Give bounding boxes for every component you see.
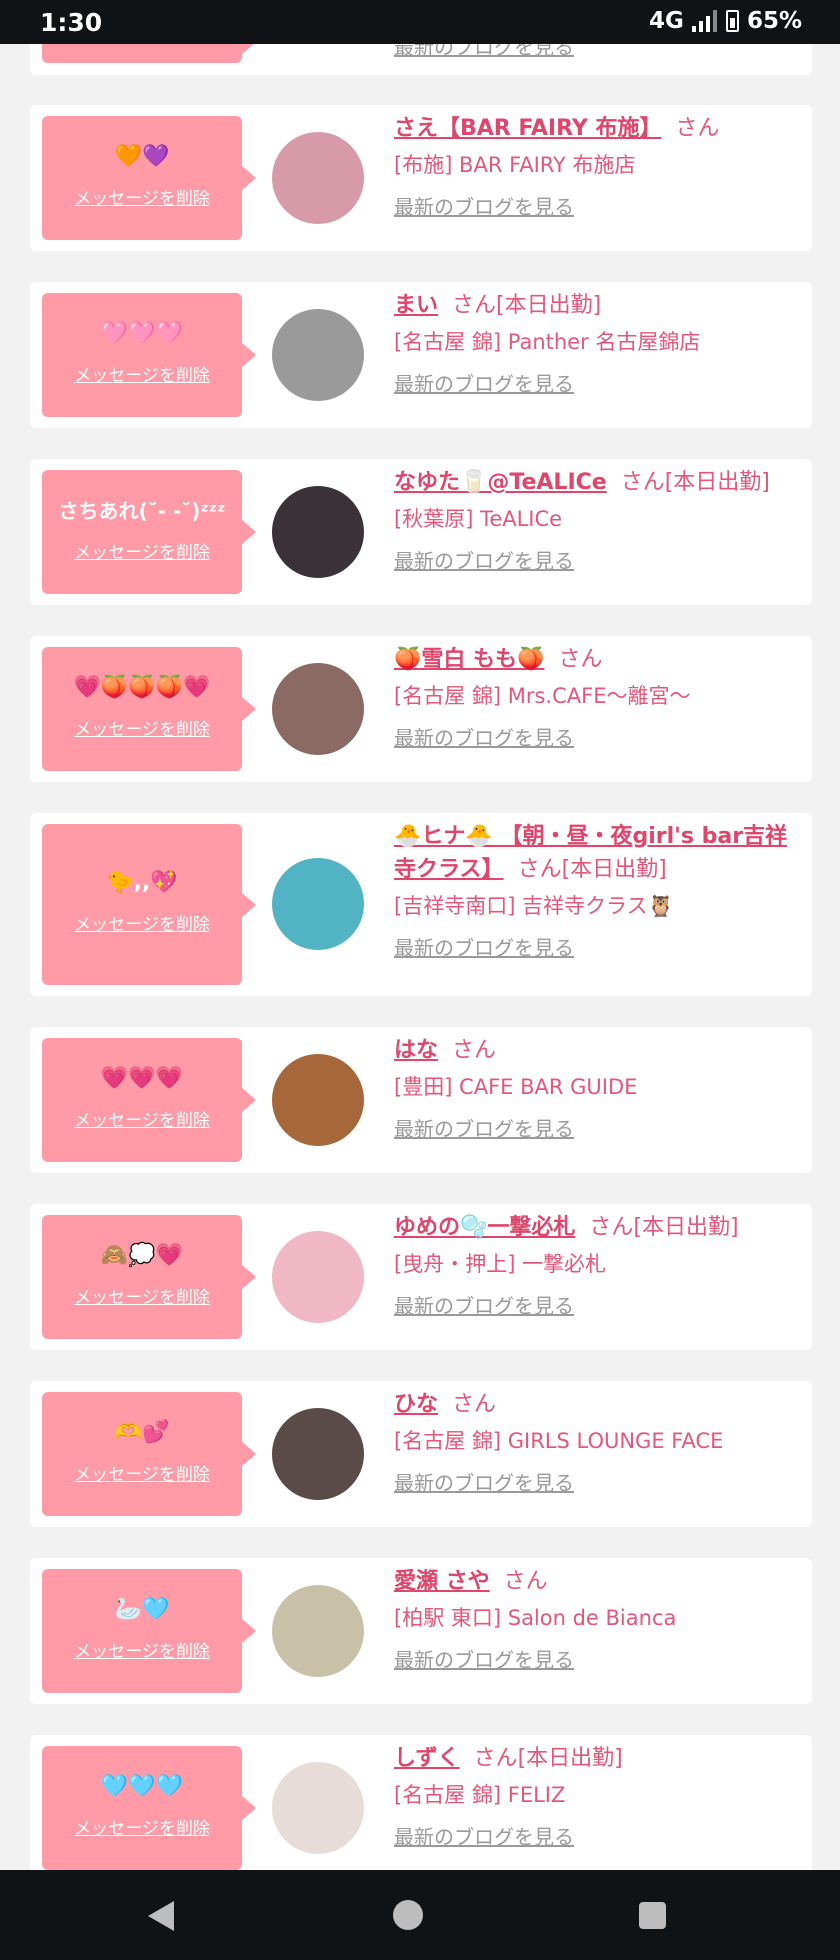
message-box: 💗🍑🍑🍑💗 メッセージを削除 — [42, 647, 256, 771]
delete-message-link[interactable]: メッセージを削除 — [42, 1460, 242, 1485]
girl-name-link[interactable]: ひな — [394, 1392, 438, 1417]
message-box: 🧡💜 メッセージを削除 — [42, 116, 256, 240]
shop-name: [豊田] CAFE BAR GUIDE — [394, 1075, 638, 1099]
girl-name-link[interactable]: ゆめの🫧一撃必札 — [394, 1215, 575, 1240]
shop-name: [曳舟・押上] 一撃必札 — [394, 1252, 607, 1276]
list-item: 🦢🩵 メッセージを削除 愛瀬 さや さん [柏駅 東口] Salon de Bia… — [30, 1558, 812, 1704]
list-item: 🧡💜 メッセージを削除 さえ【BAR FAIRY 布施】 さん [布施] BAR … — [30, 105, 812, 251]
message-emoji: 💗💗💗 — [100, 1066, 184, 1091]
system-navigation-bar — [0, 1870, 840, 1960]
delete-message-link[interactable]: メッセージを削除 — [42, 910, 242, 935]
message-emoji: 💗🍑🍑🍑💗 — [73, 675, 211, 700]
message-emoji: 🩵🩵🩵 — [100, 1774, 184, 1799]
message-emoji: 🧡💜 — [114, 144, 170, 169]
delete-message-link[interactable]: メッセージを削除 — [42, 1106, 242, 1131]
avatar[interactable] — [272, 1408, 364, 1500]
signal-icon — [691, 10, 718, 32]
delete-message-link[interactable]: メッセージを削除 — [42, 361, 242, 386]
message-emoji: 🫶💕 — [114, 1420, 170, 1445]
latest-blog-link[interactable]: 最新のブログを見る — [394, 192, 804, 222]
girl-name-link[interactable]: はな — [394, 1038, 438, 1063]
latest-blog-link[interactable]: 最新のブログを見る — [394, 933, 804, 963]
girl-name-link[interactable]: まい — [394, 293, 438, 318]
name-suffix: さん[本日出勤] — [473, 1746, 623, 1771]
recent-apps-icon[interactable] — [639, 1902, 666, 1929]
avatar[interactable] — [272, 858, 364, 950]
message-emoji: さちあれ(˘- -˘)ᶻᶻᶻ — [58, 499, 226, 523]
status-bar: 1:30 4G 65% — [0, 0, 840, 44]
girl-name-link[interactable]: 愛瀬 さや — [394, 1569, 490, 1594]
delete-message-link[interactable]: メッセージを削除 — [42, 715, 242, 740]
avatar[interactable] — [272, 663, 364, 755]
avatar[interactable] — [272, 1762, 364, 1854]
shop-name: [布施] BAR FAIRY 布施店 — [394, 153, 636, 177]
list-item: 🩷🩷🩷 メッセージを削除 まい さん[本日出勤] [名古屋 錦] Panther … — [30, 282, 812, 428]
shop-name: [柏駅 東口] Salon de Bianca — [394, 1606, 677, 1630]
latest-blog-link[interactable]: 最新のブログを見る — [394, 723, 804, 753]
girl-name-link[interactable]: さえ【BAR FAIRY 布施】 — [394, 116, 661, 141]
list-item: 🙈💭💗 メッセージを削除 ゆめの🫧一撃必札 さん[本日出勤] [曳舟・押上] 一撃… — [30, 1204, 812, 1350]
shop-name: [名古屋 錦] Mrs.CAFE〜離宮〜 — [394, 684, 691, 708]
name-suffix: さん — [452, 1392, 497, 1417]
girl-name-link[interactable]: なゆた🥛@TeALICe — [394, 470, 607, 495]
latest-blog-link[interactable]: 最新のブログを見る — [394, 1822, 804, 1852]
delete-message-link[interactable]: メッセージを削除 — [42, 184, 242, 209]
list-item: 💗🍑🍑🍑💗 メッセージを削除 🍑雪白 もも🍑 さん [名古屋 錦] Mrs.CAF… — [30, 636, 812, 782]
avatar[interactable] — [272, 309, 364, 401]
message-box: 🙈💭💗 メッセージを削除 — [42, 1215, 256, 1339]
message-box: 🦢🩵 メッセージを削除 — [42, 1569, 256, 1693]
list-item: 💗💗💗 メッセージを削除 はな さん [豊田] CAFE BAR GUIDE 最新… — [30, 1027, 812, 1173]
message-box: 🩷🩷🩷 メッセージを削除 — [42, 293, 256, 417]
home-icon[interactable] — [393, 1900, 423, 1930]
shop-name: [秋葉原] TeALICe — [394, 507, 563, 531]
battery-percent: 65% — [746, 8, 802, 34]
shop-name: [吉祥寺南口] 吉祥寺クラス🦉 — [394, 894, 674, 918]
message-box: 💗💗💗 メッセージを削除 — [42, 1038, 256, 1162]
message-box: 🩵🩵🩵 メッセージを削除 — [42, 1746, 256, 1870]
message-emoji: 🐤,,💖 — [106, 870, 178, 895]
name-suffix: さん — [452, 1038, 497, 1063]
latest-blog-link[interactable]: 最新のブログを見る — [394, 1468, 804, 1498]
avatar[interactable] — [272, 132, 364, 224]
shop-name: [名古屋 錦] Panther 名古屋錦店 — [394, 330, 701, 354]
battery-icon — [725, 10, 739, 32]
message-box: 🫶💕 メッセージを削除 — [42, 1392, 256, 1516]
name-suffix: さん — [503, 1569, 548, 1594]
delete-message-link[interactable]: メッセージを削除 — [42, 538, 242, 563]
latest-blog-link[interactable]: 最新のブログを見る — [394, 1291, 804, 1321]
name-suffix: さん[本日出勤] — [589, 1215, 739, 1240]
avatar[interactable] — [272, 1054, 364, 1146]
status-time: 1:30 — [40, 8, 103, 37]
delete-message-link[interactable]: メッセージを削除 — [42, 1814, 242, 1839]
list-item: 🩵🩵🩵 メッセージを削除 しずく さん[本日出勤] [名古屋 錦] FELIZ 最… — [30, 1735, 812, 1881]
list-item: さちあれ(˘- -˘)ᶻᶻᶻ メッセージを削除 なゆた🥛@TeALICe さん[本… — [30, 459, 812, 605]
latest-blog-link[interactable]: 最新のブログを見る — [394, 1114, 804, 1144]
message-box: 🐤,,💖 メッセージを削除 — [42, 824, 256, 985]
latest-blog-link[interactable]: 最新のブログを見る — [394, 1645, 804, 1675]
shop-name: [名古屋 錦] FELIZ — [394, 1783, 566, 1807]
message-emoji: 🦢🩵 — [114, 1597, 170, 1622]
name-suffix: さん[本日出勤] — [620, 470, 770, 495]
latest-blog-link[interactable]: 最新のブログを見る — [394, 546, 804, 576]
delete-message-link[interactable]: メッセージを削除 — [42, 1283, 242, 1308]
network-type: 4G — [649, 8, 684, 34]
avatar[interactable] — [272, 1231, 364, 1323]
girl-name-link[interactable]: 🍑雪白 もも🍑 — [394, 647, 544, 672]
message-box: さちあれ(˘- -˘)ᶻᶻᶻ メッセージを削除 — [42, 470, 256, 594]
list-item: 🐤,,💖 メッセージを削除 🐣ヒナ🐣 【朝・昼・夜girl's bar吉祥寺クラ… — [30, 813, 812, 996]
name-suffix: さん[本日出勤] — [452, 293, 602, 318]
avatar[interactable] — [272, 1585, 364, 1677]
message-emoji: 🙈💭💗 — [100, 1243, 184, 1268]
message-emoji: 🩷🩷🩷 — [100, 321, 184, 346]
shop-name: [名古屋 錦] GIRLS LOUNGE FACE — [394, 1429, 724, 1453]
girl-name-link[interactable]: しずく — [394, 1746, 460, 1771]
delete-message-link[interactable]: メッセージを削除 — [42, 1637, 242, 1662]
avatar[interactable] — [272, 486, 364, 578]
name-suffix: さん[本日出勤] — [517, 857, 667, 882]
name-suffix: さん — [675, 116, 720, 141]
list-item: 🫶💕 メッセージを削除 ひな さん [名古屋 錦] GIRLS LOUNGE FA… — [30, 1381, 812, 1527]
latest-blog-link[interactable]: 最新のブログを見る — [394, 369, 804, 399]
name-suffix: さん — [558, 647, 603, 672]
back-icon[interactable] — [148, 1901, 174, 1931]
